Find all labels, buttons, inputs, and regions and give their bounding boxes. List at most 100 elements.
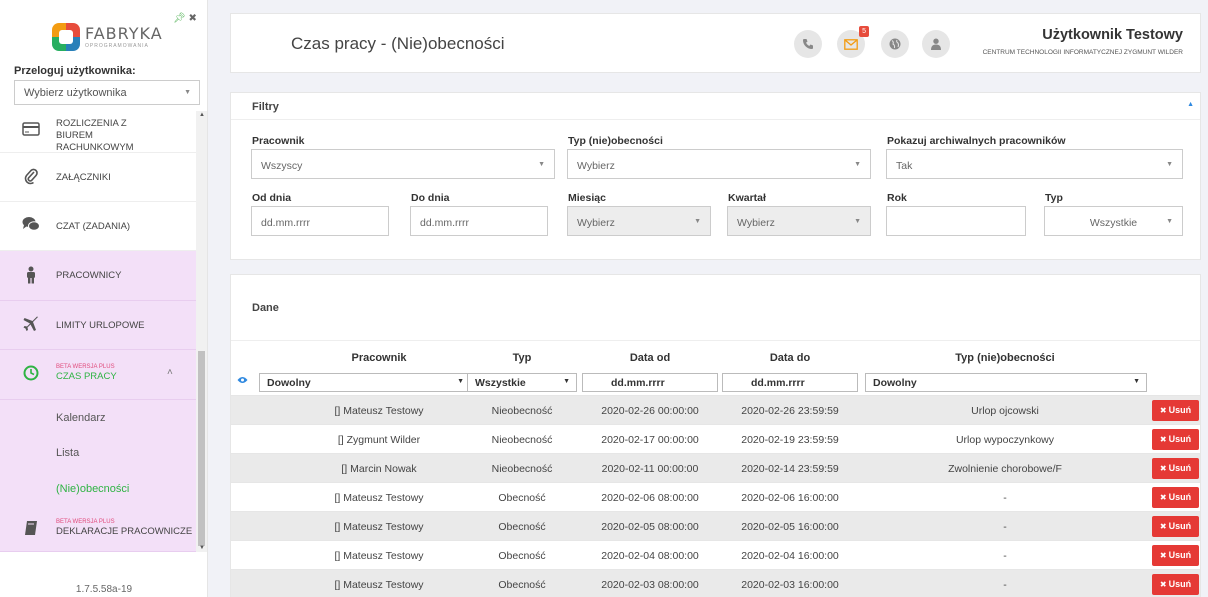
filter-typ-nieobecnosci-select[interactable]: Dowolny ▼ (865, 373, 1147, 392)
impersonate-select[interactable]: Wybierz użytkownika ▼ (14, 80, 200, 105)
sidebar-item-limity[interactable]: LIMITY URLOPOWE (0, 301, 196, 350)
miesiac-select[interactable]: Wybierz ▼ (567, 206, 711, 236)
cell-typ: Obecność (498, 579, 546, 591)
cell-typ-nieobecnosci: - (1003, 492, 1007, 504)
kwartal-label: Kwartał (728, 192, 766, 204)
rok-label: Rok (887, 192, 907, 204)
sidebar-scrollbar[interactable]: ▲ ▼ (196, 111, 207, 552)
delete-button[interactable]: ✖ Usuń (1152, 516, 1199, 537)
table-row[interactable]: [] Mateusz Testowy Obecność 2020-02-05 0… (231, 511, 1200, 540)
scroll-up-icon[interactable]: ▲ (199, 112, 205, 118)
cell-data-do: 2020-02-19 23:59:59 (741, 434, 839, 446)
collapse-icon[interactable]: ▲ (1187, 101, 1194, 108)
delete-button[interactable]: ✖ Usuń (1152, 487, 1199, 508)
phone-icon[interactable] (794, 30, 822, 58)
cell-data-do: 2020-02-03 16:00:00 (741, 579, 839, 591)
kwartal-select[interactable]: Wybierz ▼ (727, 206, 871, 236)
delete-button[interactable]: ✖ Usuń (1152, 429, 1199, 450)
table-row[interactable]: [] Mateusz Testowy Obecność 2020-02-04 0… (231, 540, 1200, 569)
chevron-up-icon[interactable]: ˄ (167, 367, 173, 378)
plane-icon (21, 316, 41, 337)
sidebar-item-czat[interactable]: CZAT (ZADANIA) (0, 202, 196, 251)
sidebar: FABRYKA OPROGRAMOWANIA 📌︎ ✖ Przeloguj uż… (0, 0, 208, 597)
delete-button-label: Usuń (1168, 463, 1192, 473)
column-header-typ-nieobecnosci[interactable]: Typ (nie)obecności (862, 352, 1148, 364)
pracownik-select-value: Wszyscy (261, 160, 303, 172)
od-dnia-label: Od dnia (252, 192, 292, 204)
delete-button[interactable]: ✖ Usuń (1152, 545, 1199, 566)
submenu-item-nieobecnosci[interactable]: (Nie)obecności (0, 474, 196, 507)
filter-data-od-input[interactable]: dd.mm.rrrr (582, 373, 718, 392)
impersonate-select-value: Wybierz użytkownika (24, 87, 127, 99)
sidebar-item-rozliczenia[interactable]: ROZLICZENIA Z BIUREM RACHUNKOWYM (0, 111, 196, 153)
filter-typ-select[interactable]: Wszystkie ▼ (467, 373, 577, 392)
eye-icon[interactable] (237, 376, 248, 387)
cell-pracownik: [] Mateusz Testowy (334, 521, 424, 533)
delete-button[interactable]: ✖ Usuń (1152, 458, 1199, 479)
filter-data-do-input[interactable]: dd.mm.rrrr (722, 373, 858, 392)
scrollbar-thumb[interactable] (198, 351, 205, 546)
sidebar-item-label: DEKLARACJE PRACOWNICZE (56, 526, 193, 537)
sidebar-item-label: ROZLICZENIA Z BIUREM RACHUNKOWYM (56, 118, 134, 153)
close-icon[interactable]: ✖ (188, 13, 196, 24)
beta-badge: BETA WERSJA PLUS (56, 364, 115, 370)
typ2-select[interactable]: Wszystkie ▼ (1044, 206, 1183, 236)
submenu-item-lista[interactable]: Lista (0, 437, 196, 474)
user-icon[interactable] (922, 30, 950, 58)
od-dnia-placeholder: dd.mm.rrrr (261, 217, 310, 229)
delete-button[interactable]: ✖ Usuń (1152, 574, 1199, 595)
pracownik-select[interactable]: Wszyscy ▼ (251, 149, 555, 179)
close-icon: ✖ (1159, 580, 1167, 589)
mail-icon[interactable]: 5 (837, 26, 869, 58)
user-name[interactable]: Użytkownik Testowy (1042, 27, 1183, 43)
pracownik-label: Pracownik (252, 135, 305, 147)
clock-icon (21, 365, 41, 386)
chevron-down-icon: ▼ (538, 161, 545, 168)
book-icon (21, 520, 41, 541)
filter-pracownik-select[interactable]: Dowolny ▼ (259, 373, 471, 392)
person-icon (21, 266, 41, 289)
od-dnia-input[interactable]: dd.mm.rrrr (251, 206, 389, 236)
cell-data-do: 2020-02-04 16:00:00 (741, 550, 839, 562)
sidebar-item-czas-pracy[interactable]: BETA WERSJA PLUS CZAS PRACY ˄ (0, 350, 196, 400)
cell-typ-nieobecnosci: Urlop wypoczynkowy (955, 434, 1055, 446)
table-row[interactable]: [] Mateusz Testowy Obecność 2020-02-06 0… (231, 482, 1200, 511)
logo-text: FABRYKA (85, 23, 163, 43)
sidebar-item-label: ZAŁĄCZNIKI (56, 172, 111, 183)
sidebar-item-pracownicy[interactable]: PRACOWNICY (0, 251, 196, 301)
sidebar-item-deklaracje[interactable]: BETA WERSJA PLUS DEKLARACJE PRACOWNICZE (0, 507, 196, 552)
table-row[interactable]: [] Mateusz Testowy Obecność 2020-02-03 0… (231, 569, 1200, 597)
column-header-data-od[interactable]: Data od (582, 352, 718, 364)
delete-button[interactable]: ✖ Usuń (1152, 400, 1199, 421)
archiwalni-select-value: Tak (896, 160, 913, 172)
close-icon: ✖ (1159, 493, 1167, 502)
cell-data-do: 2020-02-06 16:00:00 (741, 492, 839, 504)
cell-data-od: 2020-02-11 00:00:00 (601, 463, 699, 475)
cell-data-do: 2020-02-26 23:59:59 (741, 405, 839, 417)
pin-icon[interactable]: 📌︎ (173, 13, 186, 24)
credit-card-icon (21, 122, 41, 141)
paperclip-icon (21, 167, 41, 190)
table-row[interactable]: [] Marcin Nowak Nieobecność 2020-02-11 0… (231, 453, 1200, 482)
archiwalni-label: Pokazuj archiwalnych pracowników (887, 135, 1066, 147)
table-row[interactable]: [] Mateusz Testowy Nieobecność 2020-02-2… (231, 395, 1200, 424)
delete-button-label: Usuń (1168, 405, 1192, 415)
data-title: Dane (252, 302, 279, 314)
logo: FABRYKA OPROGRAMOWANIA (52, 20, 163, 54)
submenu-item-kalendarz[interactable]: Kalendarz (0, 400, 196, 437)
rok-input[interactable] (886, 206, 1026, 236)
table-row[interactable]: [] Zygmunt Wilder Nieobecność 2020-02-17… (231, 424, 1200, 453)
typ-select[interactable]: Wybierz ▼ (567, 149, 871, 179)
column-header-pracownik[interactable]: Pracownik (261, 352, 497, 364)
column-header-data-do[interactable]: Data do (722, 352, 858, 364)
globe-icon[interactable] (881, 30, 909, 58)
archiwalni-select[interactable]: Tak ▼ (886, 149, 1183, 179)
column-header-typ[interactable]: Typ (467, 352, 577, 364)
cell-typ-nieobecnosci: - (1003, 521, 1007, 533)
cell-pracownik: [] Zygmunt Wilder (337, 434, 421, 446)
chat-icon (21, 216, 41, 237)
sidebar-item-zalaczniki[interactable]: ZAŁĄCZNIKI (0, 153, 196, 202)
do-dnia-input[interactable]: dd.mm.rrrr (410, 206, 548, 236)
typ2-select-value: Wszystkie (1089, 217, 1138, 229)
scroll-down-icon[interactable]: ▼ (199, 545, 205, 551)
